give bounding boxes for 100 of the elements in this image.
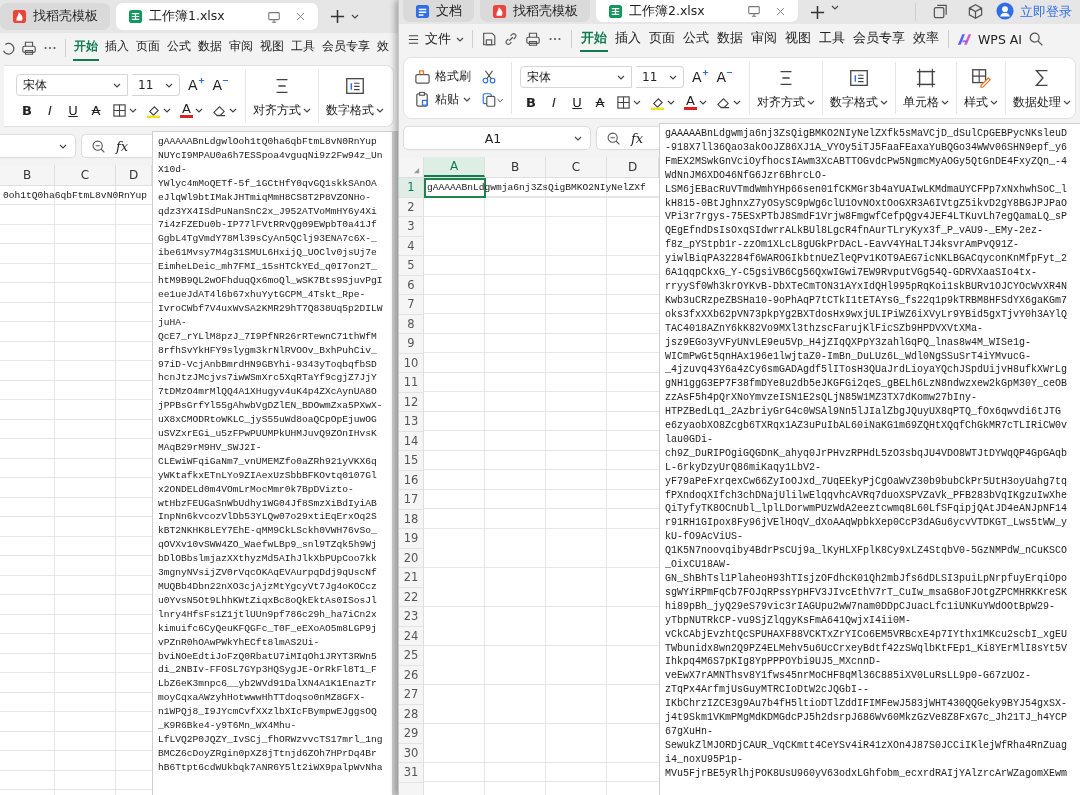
- font-color-button[interactable]: A: [684, 94, 697, 110]
- row-header[interactable]: 26: [399, 665, 423, 685]
- menu-tab[interactable]: 插入: [104, 34, 130, 61]
- cell-text[interactable]: 0oh1tQ0ha6qbFtmL8vN0RnYup: [3, 189, 147, 202]
- ribbon-group-button[interactable]: 样式: [958, 58, 1003, 118]
- function-button[interactable]: fx: [631, 130, 644, 146]
- row-header[interactable]: 2: [399, 197, 423, 217]
- row-header[interactable]: 18: [399, 509, 423, 529]
- font-select[interactable]: 宋体: [520, 66, 632, 88]
- row-header[interactable]: 3: [399, 217, 423, 237]
- save-icon[interactable]: [481, 31, 497, 47]
- menu-tab[interactable]: 效率: [912, 26, 940, 52]
- size-select[interactable]: 11: [636, 66, 684, 88]
- row-header[interactable]: 5: [399, 256, 423, 276]
- italic-button[interactable]: I: [43, 102, 57, 118]
- size-select[interactable]: 11: [132, 74, 180, 96]
- caret-icon[interactable]: [351, 14, 359, 19]
- row-header[interactable]: 16: [399, 470, 423, 490]
- column-header[interactable]: C: [55, 165, 116, 185]
- zoom-icon[interactable]: [606, 130, 621, 146]
- column-header[interactable]: B: [0, 165, 55, 185]
- row-header[interactable]: 31: [399, 763, 423, 783]
- menu-tab[interactable]: 页面: [648, 26, 676, 52]
- grow-font-button[interactable]: A: [188, 77, 205, 93]
- menu-tab[interactable]: 视图: [259, 34, 285, 61]
- row-header[interactable]: 4: [399, 236, 423, 256]
- menu-tab[interactable]: 公式: [166, 34, 192, 61]
- monitor-icon[interactable]: [747, 4, 761, 18]
- font-select[interactable]: 宋体: [16, 74, 128, 96]
- row-header[interactable]: 20: [399, 548, 423, 568]
- menu-tab[interactable]: 开始: [580, 26, 608, 52]
- shrink-font-button[interactable]: A: [716, 69, 734, 85]
- column-header[interactable]: A: [424, 157, 485, 177]
- row-header[interactable]: 6: [399, 275, 423, 295]
- caret-icon[interactable]: [194, 107, 203, 113]
- underline-button[interactable]: U: [570, 94, 584, 110]
- copy-icon[interactable]: [481, 91, 505, 108]
- row-header[interactable]: 24: [399, 626, 423, 646]
- tab[interactable]: 文档: [403, 0, 474, 22]
- row-header[interactable]: 19: [399, 529, 423, 549]
- strike-button[interactable]: A: [593, 94, 607, 110]
- tab[interactable]: 工作簿2.xlsx: [596, 0, 798, 22]
- paste-button[interactable]: 粘贴: [414, 91, 471, 108]
- row-header[interactable]: 27: [399, 685, 423, 705]
- caret-icon[interactable]: [163, 107, 171, 113]
- row-header[interactable]: 22: [399, 587, 423, 607]
- menu-tab[interactable]: 审阅: [228, 34, 254, 61]
- menu-tab[interactable]: 公式: [682, 26, 710, 52]
- scissors-icon[interactable]: [481, 68, 497, 85]
- row-header[interactable]: 15: [399, 451, 423, 471]
- avatar-icon[interactable]: [996, 2, 1014, 20]
- caret-icon[interactable]: [633, 99, 641, 105]
- name-box[interactable]: A1: [403, 126, 591, 150]
- ribbon-group-button[interactable]: 数字格式: [320, 66, 389, 126]
- menu-tab[interactable]: 数据: [197, 34, 223, 61]
- tab[interactable]: 找稻壳模板: [0, 3, 110, 30]
- shrink-font-button[interactable]: A: [212, 77, 230, 93]
- row-header[interactable]: 17: [399, 490, 423, 510]
- menu-tab[interactable]: 页面: [135, 34, 161, 61]
- corner-triangle-icon[interactable]: [413, 167, 420, 174]
- menu-tab[interactable]: 插入: [614, 26, 642, 52]
- menu-tab[interactable]: 视图: [784, 26, 812, 52]
- menu-tab[interactable]: 效: [376, 34, 390, 61]
- plus-icon[interactable]: [810, 5, 825, 20]
- caret-icon[interactable]: [667, 99, 675, 105]
- caret-icon[interactable]: [228, 107, 237, 113]
- ribbon-group-button[interactable]: 对齐方式: [247, 66, 316, 126]
- borders-icon[interactable]: [616, 94, 631, 110]
- row-header[interactable]: 9: [399, 334, 423, 354]
- menu-tab[interactable]: 工具: [290, 34, 316, 61]
- grow-font-button[interactable]: A: [692, 69, 709, 85]
- tab[interactable]: 工作簿1.xlsx: [116, 3, 318, 30]
- zoom-icon[interactable]: [91, 138, 106, 154]
- menu-tab[interactable]: 工具: [818, 26, 846, 52]
- row-header[interactable]: 14: [399, 431, 423, 451]
- windows-icon[interactable]: [932, 3, 949, 20]
- function-button[interactable]: fx: [116, 138, 129, 154]
- bold-button[interactable]: B: [20, 102, 34, 118]
- row-header[interactable]: 13: [399, 412, 423, 432]
- close-icon[interactable]: [295, 11, 306, 22]
- menu-tab[interactable]: 会员专享: [321, 34, 371, 61]
- menu-tab[interactable]: 数据: [716, 26, 744, 52]
- bold-button[interactable]: B: [524, 94, 538, 110]
- font-color-button[interactable]: A: [180, 102, 193, 118]
- format-painter-button[interactable]: 格式刷: [414, 68, 471, 85]
- print-icon[interactable]: [21, 39, 37, 56]
- caret-icon[interactable]: [732, 99, 741, 105]
- monitor-icon[interactable]: [267, 9, 281, 24]
- row-header[interactable]: 21: [399, 568, 423, 588]
- search-icon[interactable]: [1028, 31, 1045, 47]
- ribbon-group-button[interactable]: 数据处理: [1007, 58, 1075, 118]
- row-header[interactable]: 30: [399, 743, 423, 763]
- row-header[interactable]: 29: [399, 724, 423, 744]
- link-icon[interactable]: [503, 31, 519, 47]
- row-header[interactable]: 28: [399, 704, 423, 724]
- strike-button[interactable]: A: [89, 102, 103, 118]
- row-header[interactable]: 8: [399, 314, 423, 334]
- row-header[interactable]: 12: [399, 392, 423, 412]
- login-link[interactable]: 立即登录: [1020, 4, 1072, 21]
- caret-icon[interactable]: [129, 107, 137, 113]
